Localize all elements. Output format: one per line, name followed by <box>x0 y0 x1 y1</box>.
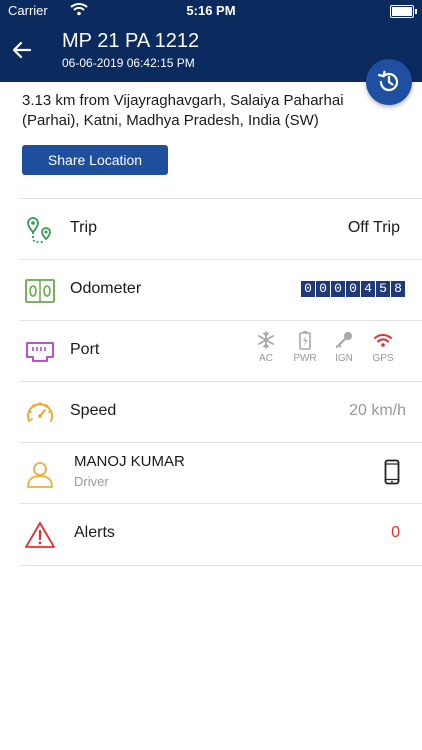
odometer-digit: 0 <box>301 281 315 297</box>
port-ac: AC <box>251 330 281 364</box>
driver-name: MANOJ KUMAR <box>74 453 185 470</box>
vehicle-title: MP 21 PA 1212 <box>62 30 200 52</box>
port-pwr-label: PWR <box>293 353 317 364</box>
clock: 5:16 PM <box>186 3 236 18</box>
odometer-label: Odometer <box>70 280 142 297</box>
alerts-label: Alerts <box>74 524 115 541</box>
speedometer-icon <box>27 401 53 422</box>
driver-role: Driver <box>74 474 109 489</box>
port-status-group: AC PWR IGN GPS <box>251 330 398 364</box>
speed-row: Speed 20 km/h <box>20 381 422 443</box>
location-address: 3.13 km from Vijayraghavgarh, Salaiya Pa… <box>22 92 344 129</box>
port-ign-label: IGN <box>335 353 353 364</box>
trip-row[interactable]: Trip Off Trip <box>20 198 422 260</box>
odometer-icon <box>25 279 55 303</box>
phone-icon[interactable] <box>384 459 400 485</box>
speed-label: Speed <box>70 402 117 419</box>
share-location-button[interactable]: Share Location <box>22 145 168 175</box>
port-gps: GPS <box>368 330 398 364</box>
wifi-signal-icon <box>374 334 392 347</box>
trip-label: Trip <box>70 219 97 236</box>
odometer-reading: 0 0 0 0 4 5 8 <box>301 281 406 297</box>
port-pwr: PWR <box>290 330 320 364</box>
trip-status: Off Trip <box>347 219 400 236</box>
alerts-count: 0 <box>391 524 400 541</box>
snowflake-icon <box>258 331 274 349</box>
alerts-row[interactable]: Alerts 0 <box>20 503 422 566</box>
port-ac-label: AC <box>259 353 273 364</box>
port-label: Port <box>70 341 100 358</box>
odometer-digit: 4 <box>361 281 375 297</box>
vehicle-timestamp: 06-06-2019 06:42:15 PM <box>62 56 195 70</box>
key-icon <box>335 332 352 349</box>
port-row: Port AC PWR IGN GPS <box>20 320 422 382</box>
port-ign: IGN <box>329 330 359 364</box>
back-arrow-icon[interactable] <box>10 38 34 62</box>
speed-value: 20 km/h <box>349 402 406 419</box>
odometer-digit: 5 <box>376 281 390 297</box>
app-header: Carrier 5:16 PM MP 21 PA 1212 06-06-2019… <box>0 0 422 82</box>
ethernet-port-icon <box>26 342 54 362</box>
battery-icon <box>390 5 417 18</box>
odometer-digit: 0 <box>331 281 345 297</box>
odometer-digit: 0 <box>346 281 360 297</box>
odometer-digit: 8 <box>391 281 405 297</box>
odometer-row: Odometer 0 0 0 0 4 5 8 <box>20 259 422 321</box>
odometer-digit: 0 <box>316 281 330 297</box>
driver-row[interactable]: MANOJ KUMAR Driver <box>20 442 422 504</box>
person-icon <box>27 462 53 488</box>
warning-icon <box>25 522 55 548</box>
port-gps-label: GPS <box>372 353 394 364</box>
status-bar: Carrier 5:16 PM <box>0 0 422 22</box>
route-icon <box>27 217 51 243</box>
battery-charging-icon <box>299 331 311 350</box>
